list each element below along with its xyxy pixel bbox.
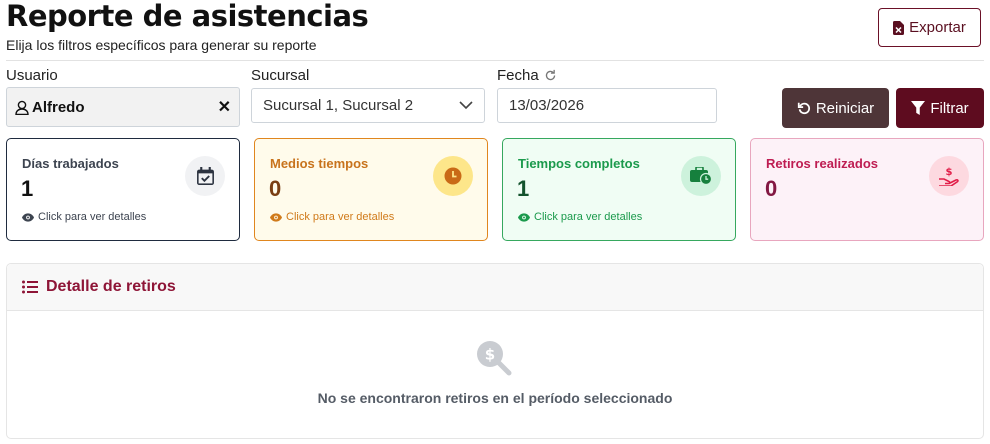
export-label: Exportar: [909, 19, 966, 36]
briefcase-clock-icon: [681, 156, 721, 196]
eye-icon: [270, 212, 282, 222]
card-value: 1: [517, 176, 530, 201]
withdrawals-panel: Detalle de retiros $ No se encontraron r…: [6, 263, 984, 439]
branch-value: Sucursal 1, Sucursal 2: [263, 97, 414, 114]
svg-text:$: $: [946, 167, 953, 178]
svg-text:$: $: [485, 346, 495, 364]
list-icon: [22, 280, 38, 294]
date-value: 13/03/2026: [509, 97, 585, 114]
excel-file-icon: [893, 20, 905, 35]
user-label: Usuario: [6, 67, 58, 84]
card-withdrawals[interactable]: Retiros realizados 0 $: [750, 138, 984, 241]
withdrawals-title: Detalle de retiros: [46, 278, 176, 295]
card-title: Tiempos completos: [518, 156, 640, 171]
branch-label: Sucursal: [251, 67, 310, 84]
chevron-down-icon: [459, 101, 473, 110]
search-dollar-icon: $: [477, 341, 512, 376]
card-title: Retiros realizados: [766, 156, 878, 171]
card-title: Medios tiempos: [270, 156, 369, 171]
card-full-times[interactable]: Tiempos completos 1 Click para ver detal…: [502, 138, 736, 241]
card-value: 0: [765, 176, 778, 201]
eye-icon: [518, 212, 530, 222]
card-details-link[interactable]: Click para ver detalles: [270, 211, 394, 223]
card-days-worked[interactable]: Días trabajados 1 Click para ver detalle…: [6, 138, 240, 241]
filter-icon: [911, 101, 926, 115]
filter-button[interactable]: Filtrar: [896, 88, 984, 128]
clock-icon: [433, 156, 473, 196]
reset-label: Reiniciar: [815, 99, 875, 117]
export-button[interactable]: Exportar: [878, 8, 981, 47]
date-label: Fecha: [497, 67, 557, 84]
empty-message: No se encontraron retiros en el período …: [317, 390, 673, 406]
page-title: Reporte de asistencias: [6, 0, 369, 33]
filter-label: Filtrar: [930, 99, 969, 117]
reset-button[interactable]: Reiniciar: [782, 88, 889, 128]
card-value: 0: [269, 176, 282, 201]
calendar-check-icon: [185, 156, 225, 196]
page-subtitle: Elija los filtros específicos para gener…: [6, 37, 317, 53]
card-value: 1: [21, 176, 34, 201]
card-title: Días trabajados: [22, 156, 119, 171]
header-divider: [6, 60, 984, 61]
user-select[interactable]: Alfredo ✕: [6, 87, 240, 127]
card-half-times[interactable]: Medios tiempos 0 Click para ver detalles: [254, 138, 488, 241]
branch-select[interactable]: Sucursal 1, Sucursal 2: [251, 88, 485, 123]
hand-dollar-icon: $: [929, 156, 969, 196]
clear-user-icon[interactable]: ✕: [218, 97, 231, 117]
date-input[interactable]: 13/03/2026: [497, 88, 717, 123]
eye-icon: [22, 212, 34, 222]
card-details-link[interactable]: Click para ver detalles: [518, 211, 642, 223]
refresh-icon[interactable]: [544, 69, 557, 82]
user-icon: [15, 100, 29, 115]
undo-icon: [797, 102, 810, 115]
user-value: Alfredo: [32, 98, 85, 116]
card-details-link[interactable]: Click para ver detalles: [22, 211, 146, 223]
withdrawals-header: Detalle de retiros: [7, 264, 983, 311]
